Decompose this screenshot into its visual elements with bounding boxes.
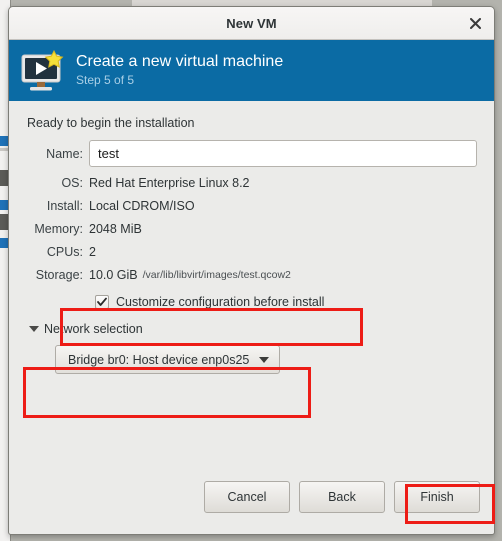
cpus-value: 2: [89, 245, 96, 259]
summary-row-cpus: CPUs: 2: [25, 242, 478, 262]
finish-button[interactable]: Finish: [394, 481, 480, 513]
customize-configuration-checkbox[interactable]: Customize configuration before install: [95, 295, 478, 309]
network-source-dropdown[interactable]: Bridge br0: Host device enp0s25: [55, 345, 281, 374]
dialog-footer: Cancel Back Finish: [9, 472, 494, 534]
dialog-header-banner: Create a new virtual machine Step 5 of 5: [9, 40, 494, 101]
dialog-content: Ready to begin the installation Name: te…: [9, 101, 494, 472]
memory-value: 2048 MiB: [89, 222, 142, 236]
banner-title: Create a new virtual machine: [76, 53, 284, 71]
virtual-machine-new-icon: [20, 49, 66, 93]
new-vm-dialog: New VM Create a new virtual machine Step…: [8, 6, 495, 535]
cancel-button[interactable]: Cancel: [204, 481, 290, 513]
install-value: Local CDROM/ISO: [89, 199, 195, 213]
banner-step-indicator: Step 5 of 5: [76, 72, 135, 87]
summary-row-storage: Storage: 10.0 GiB /var/lib/libvirt/image…: [25, 265, 478, 285]
memory-label: Memory:: [34, 222, 83, 236]
cpus-label: CPUs:: [46, 245, 83, 259]
storage-label: Storage:: [35, 268, 83, 282]
summary-row-name: Name: test: [25, 140, 478, 167]
summary-row-os: OS: Red Hat Enterprise Linux 8.2: [25, 173, 478, 193]
chevron-down-icon: [29, 326, 39, 332]
os-value: Red Hat Enterprise Linux 8.2: [89, 176, 250, 190]
summary-row-install: Install: Local CDROM/ISO: [25, 196, 478, 216]
network-selection-expander[interactable]: Network selection: [29, 322, 478, 336]
os-label: OS:: [61, 176, 83, 190]
dialog-titlebar: New VM: [9, 7, 494, 40]
checkbox-label: Customize configuration before install: [116, 295, 325, 309]
network-source-value: Bridge br0: Host device enp0s25: [68, 352, 250, 367]
install-label: Install:: [46, 199, 83, 213]
ready-text: Ready to begin the installation: [27, 116, 195, 130]
chevron-down-icon: [259, 356, 270, 363]
close-icon[interactable]: [465, 13, 485, 33]
network-selection-label: Network selection: [44, 322, 143, 336]
back-button[interactable]: Back: [299, 481, 385, 513]
summary-row-memory: Memory: 2048 MiB: [25, 219, 478, 239]
dialog-title: New VM: [226, 15, 277, 31]
name-input[interactable]: test: [89, 140, 477, 167]
storage-value: 10.0 GiB: [89, 268, 138, 282]
name-label: Name:: [46, 146, 83, 161]
storage-path: /var/lib/libvirt/images/test.qcow2: [142, 269, 291, 281]
checkbox-checked-icon: [95, 295, 109, 309]
